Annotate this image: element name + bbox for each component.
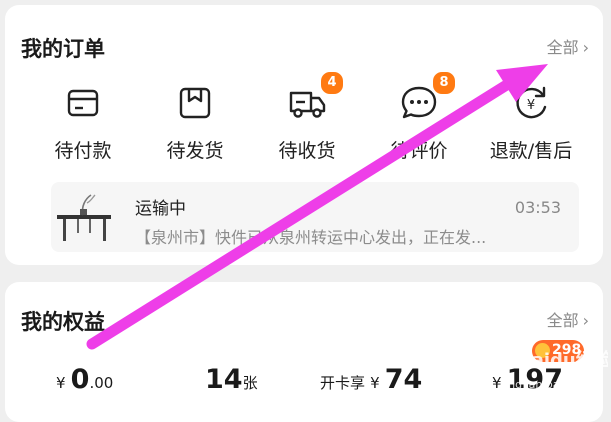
annotation-arrow [86, 64, 548, 350]
